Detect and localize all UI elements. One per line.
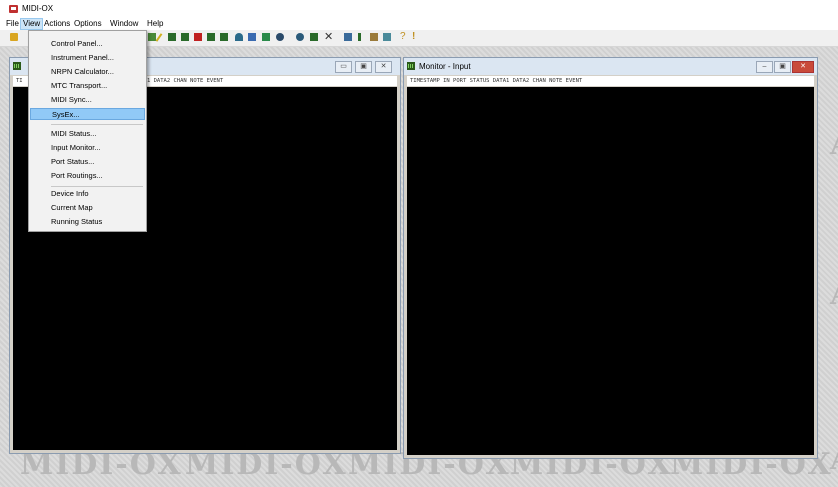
pause-icon[interactable] <box>358 33 361 41</box>
minimize-button[interactable]: – <box>756 61 773 73</box>
monitor-icon[interactable] <box>168 33 176 41</box>
menu-item-label: Instrument Panel... <box>51 53 114 62</box>
record-icon[interactable] <box>194 33 202 41</box>
menu-item-label: SysEx... <box>52 110 80 119</box>
menu-view[interactable]: View <box>20 18 44 30</box>
sync-icon[interactable] <box>276 33 284 41</box>
menu-item-label: Input Monitor... <box>51 143 101 152</box>
menu-item-label: Port Status... <box>51 157 95 166</box>
restore-button[interactable]: ▣ <box>774 61 791 73</box>
menu-separator <box>51 124 143 125</box>
close-button[interactable]: ✕ <box>375 61 392 73</box>
menu-item-input-monitor[interactable]: Input Monitor... <box>30 142 145 154</box>
column-header-start: TI <box>16 78 23 84</box>
watermark-text: A <box>830 442 838 477</box>
pencil-icon[interactable] <box>155 33 163 42</box>
menu-options[interactable]: Options <box>72 19 104 29</box>
menu-window[interactable]: Window <box>108 19 140 29</box>
menu-item-label: MIDI Sync... <box>51 95 92 104</box>
menu-item-label: Running Status <box>51 217 103 226</box>
menu-file[interactable]: File <box>4 19 21 29</box>
close-button[interactable]: ✕ <box>792 61 814 73</box>
menu-item-port-status[interactable]: Port Status... <box>30 156 145 168</box>
menu-separator <box>51 186 143 187</box>
tools-icon[interactable] <box>383 33 391 41</box>
watermark-text: A <box>830 127 838 162</box>
menu-item-label: NRPN Calculator... <box>51 67 114 76</box>
window-icon <box>407 62 415 70</box>
menu-item-midi-sync[interactable]: MIDI Sync... <box>30 94 145 106</box>
monitor-output-icon[interactable] <box>181 33 189 41</box>
menu-item-control-panel[interactable]: Control Panel... <box>30 38 145 50</box>
menu-item-instrument-panel[interactable]: Instrument Panel... <box>30 52 145 64</box>
menu-bar: File View Actions Options Window Help <box>0 18 838 30</box>
app-title-bar: MIDI-OX <box>0 0 838 18</box>
view-menu-dropdown: Control Panel... Instrument Panel... NRP… <box>28 30 147 232</box>
monitor-input-window[interactable]: Monitor - Input – ▣ ✕ TIMESTAMP IN PORT … <box>403 57 818 459</box>
map-icon[interactable] <box>220 33 228 41</box>
midi-ox-app-icon <box>9 5 18 13</box>
menu-actions[interactable]: Actions <box>42 19 72 29</box>
menu-item-label: MTC Transport... <box>51 81 108 90</box>
routing-icon[interactable] <box>248 33 256 41</box>
menu-item-nrpn-calculator[interactable]: NRPN Calculator... <box>30 66 145 78</box>
menu-item-label: Port Routings... <box>51 171 103 180</box>
window-title: Monitor - Input <box>419 62 471 71</box>
menu-item-device-info[interactable]: Device Info <box>30 188 145 200</box>
menu-item-label: Current Map <box>51 203 93 212</box>
menu-item-label: MIDI Status... <box>51 129 97 138</box>
clear-icon[interactable]: ✕ <box>324 32 333 43</box>
port-icon[interactable] <box>207 33 215 41</box>
menu-item-mtc-transport[interactable]: MTC Transport... <box>30 80 145 92</box>
column-header-rest: 1 DATA2 CHAN NOTE EVENT <box>147 78 224 84</box>
help-icon[interactable]: ? <box>400 31 408 42</box>
mapper-icon[interactable] <box>262 33 270 41</box>
menu-item-sysex[interactable]: SysEx... <box>30 108 145 120</box>
filter-icon[interactable] <box>235 33 243 41</box>
open-folder-icon[interactable] <box>10 33 18 41</box>
restore-button[interactable]: ▣ <box>355 61 372 73</box>
column-header: TIMESTAMP IN PORT STATUS DATA1 DATA2 CHA… <box>407 76 814 86</box>
about-icon[interactable]: ! <box>412 31 420 42</box>
device-icon[interactable] <box>310 33 318 41</box>
window-icon <box>13 62 21 70</box>
house-icon[interactable] <box>370 33 378 41</box>
menu-item-label: Device Info <box>51 189 89 198</box>
event-log-pane[interactable] <box>407 87 814 455</box>
menu-item-label: Control Panel... <box>51 39 103 48</box>
menu-item-midi-status[interactable]: MIDI Status... <box>30 128 145 140</box>
minimize-button[interactable]: ▭ <box>335 61 352 73</box>
menu-item-running-status[interactable]: Running Status <box>30 216 145 228</box>
menu-item-port-routings[interactable]: Port Routings... <box>30 170 145 182</box>
menu-help[interactable]: Help <box>145 19 165 29</box>
window-title-bar[interactable]: Monitor - Input – ▣ ✕ <box>404 58 817 75</box>
app-title: MIDI-OX <box>22 4 54 13</box>
menu-item-current-map[interactable]: Current Map <box>30 202 145 214</box>
watermark-text: A <box>830 277 838 312</box>
window-icon[interactable] <box>344 33 352 41</box>
globe-icon[interactable] <box>296 33 304 41</box>
